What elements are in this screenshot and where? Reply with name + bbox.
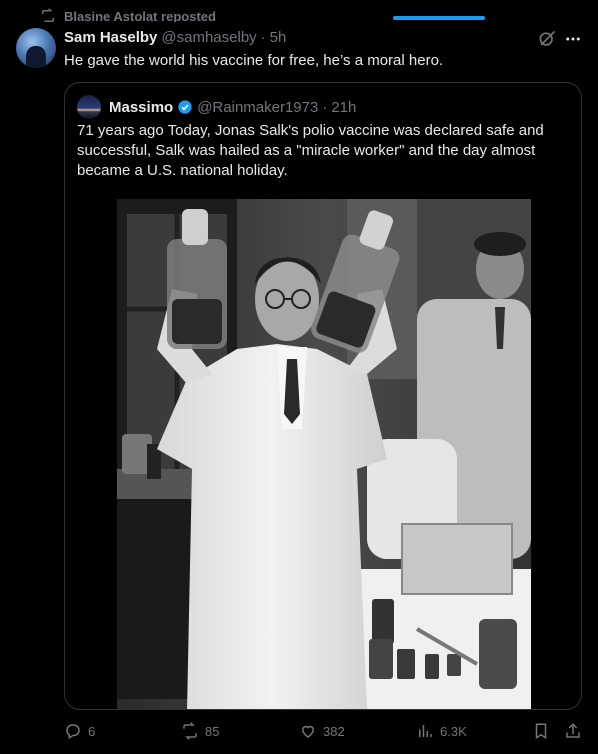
bookmark-button[interactable] xyxy=(532,722,550,740)
post-time[interactable]: 5h xyxy=(270,29,287,46)
reply-count: 6 xyxy=(88,723,96,739)
grok-icon xyxy=(539,30,556,46)
repost-button[interactable]: 85 xyxy=(181,722,219,740)
repost-icon xyxy=(183,722,197,740)
verified-badge-icon xyxy=(178,100,192,114)
quoted-post-header: Massimo @Rainmaker1973 · 21h xyxy=(77,95,356,119)
repost-label: Blasine Astolat reposted xyxy=(64,8,216,23)
quoted-avatar[interactable] xyxy=(77,95,101,119)
author-handle[interactable]: @samhaselby xyxy=(161,29,256,46)
views-icon xyxy=(419,725,432,737)
repost-count: 85 xyxy=(205,723,220,739)
reply-icon xyxy=(66,724,80,740)
author-name[interactable]: Sam Haselby xyxy=(64,29,157,46)
top-bar: Blasine Astolat reposted xyxy=(0,0,598,22)
share-button[interactable] xyxy=(564,722,582,740)
quoted-time-separator: · xyxy=(322,98,328,116)
views-button[interactable]: 6.3K xyxy=(416,722,467,740)
like-button[interactable]: 382 xyxy=(299,722,345,740)
reply-button[interactable]: 6 xyxy=(64,722,95,740)
more-icon xyxy=(566,37,580,41)
photo-illustration xyxy=(117,199,531,709)
share-icon xyxy=(566,723,580,738)
quoted-author-handle[interactable]: @Rainmaker1973 xyxy=(197,99,318,116)
time-separator: · xyxy=(260,29,266,46)
quoted-post-time[interactable]: 21h xyxy=(331,99,356,116)
repost-indicator[interactable]: Blasine Astolat reposted xyxy=(40,8,216,22)
grok-button[interactable] xyxy=(536,28,558,50)
like-icon xyxy=(301,725,315,738)
bookmark-icon xyxy=(535,723,547,740)
view-count: 6.3K xyxy=(440,723,467,739)
action-bar: 6 85 382 6.3K xyxy=(64,722,590,742)
post-header: Sam Haselby @samhaselby · 5h xyxy=(64,29,286,46)
like-count: 382 xyxy=(323,723,345,739)
quoted-photo[interactable] xyxy=(117,199,531,709)
post-text: He gave the world his vaccine for free, … xyxy=(64,52,444,69)
more-button[interactable] xyxy=(562,28,584,50)
active-tab-indicator xyxy=(393,16,485,20)
quoted-author-name[interactable]: Massimo xyxy=(109,99,173,116)
repost-icon xyxy=(42,8,54,22)
avatar[interactable] xyxy=(16,28,56,68)
quoted-post[interactable]: Massimo @Rainmaker1973 · 21h 71 years ag… xyxy=(64,82,582,710)
quoted-post-text: 71 years ago Today, Jonas Salk's polio v… xyxy=(77,122,544,179)
avatar-tree-silhouette xyxy=(26,46,46,68)
